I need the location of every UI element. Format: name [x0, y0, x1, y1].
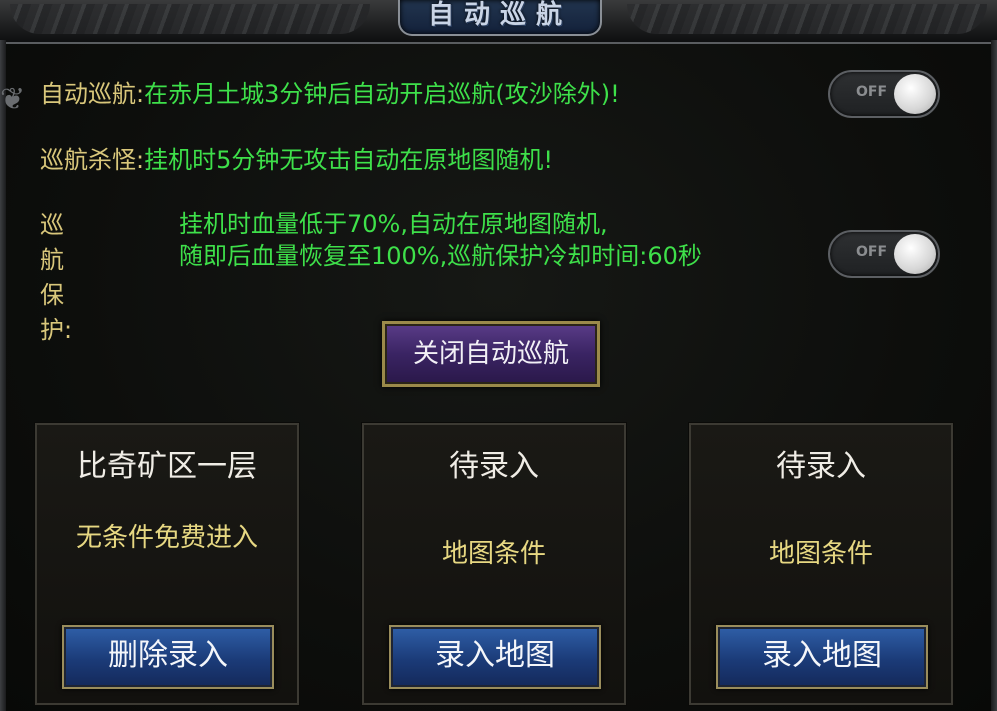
cruise-protect-desc: 挂机时血量低于70%,自动在原地图随机, 随即后血量恢复至100%,巡航保护冷却…: [179, 208, 839, 272]
auto-cruise-desc: 在赤月土城3分钟后自动开启巡航(攻沙除外)!: [144, 80, 620, 108]
cruise-kill-row: 巡航杀怪:挂机时5分钟无攻击自动在原地图随机!: [40, 140, 553, 175]
delete-entry-button[interactable]: 删除录入: [62, 625, 274, 689]
auto-cruise-panel: ❦ 自动巡航 自动巡航:在赤月土城3分钟后自动开启巡航(攻沙除外)! OFF 巡…: [0, 0, 997, 711]
map-slot-3: 待录入 地图条件 录入地图: [689, 423, 953, 705]
map-slot-1: 比奇矿区一层 无条件免费进入 删除录入: [35, 423, 299, 705]
panel-left-frame: [0, 40, 6, 711]
toggle-state-label: OFF: [856, 244, 888, 260]
toggle-knob: [894, 234, 936, 274]
cruise-protect-line-1: 挂机时血量低于70%,自动在原地图随机,: [179, 210, 608, 238]
record-map-button[interactable]: 录入地图: [716, 625, 928, 689]
cruise-protect-toggle[interactable]: OFF: [828, 230, 940, 278]
slot-condition: 无条件免费进入: [75, 523, 258, 553]
title-plate: 自动巡航: [398, 0, 602, 36]
slot-condition: 地图条件: [441, 539, 546, 569]
dragon-ornament-icon: ❦: [0, 82, 26, 117]
auto-cruise-toggle[interactable]: OFF: [828, 70, 940, 118]
record-map-button[interactable]: 录入地图: [389, 625, 601, 689]
auto-cruise-row: 自动巡航:在赤月土城3分钟后自动开启巡航(攻沙除外)!: [40, 74, 620, 109]
toggle-knob: [894, 74, 936, 114]
slot-map-name: 比奇矿区一层: [77, 449, 257, 484]
map-slot-2: 待录入 地图条件 录入地图: [362, 423, 626, 705]
toggle-state-label: OFF: [856, 84, 888, 100]
cruise-kill-label: 巡航杀怪:: [40, 146, 145, 174]
slot-map-name: 待录入: [776, 449, 866, 484]
panel-title: 自动巡航: [427, 0, 572, 30]
cruise-kill-desc: 挂机时5分钟无攻击自动在原地图随机!: [144, 146, 553, 174]
close-auto-cruise-button[interactable]: 关闭自动巡航: [382, 321, 600, 387]
auto-cruise-label: 自动巡航:: [40, 80, 145, 108]
panel-right-frame: [991, 40, 997, 711]
slot-map-name: 待录入: [449, 449, 539, 484]
cruise-protect-label: 巡航保护:: [40, 211, 73, 344]
slot-condition: 地图条件: [768, 539, 873, 569]
cruise-protect-line-2: 随即后血量恢复至100%,巡航保护冷却时间:60秒: [179, 242, 702, 270]
